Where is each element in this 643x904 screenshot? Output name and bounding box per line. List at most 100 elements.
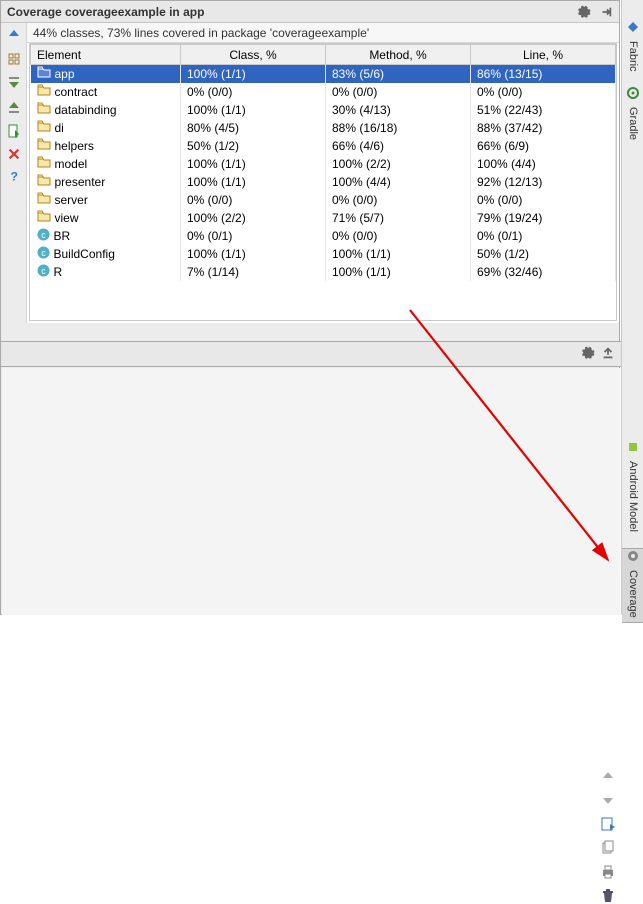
coverage-cell: 51% (22/43): [471, 101, 616, 119]
coverage-cell: 0% (0/1): [181, 227, 326, 245]
package-icon: [37, 156, 51, 171]
table-row[interactable]: cBR0% (0/1)0% (0/0)0% (0/1): [31, 227, 616, 245]
gradle-icon: [626, 86, 640, 103]
lower-panel: [2, 368, 620, 615]
left-toolbar: ?: [1, 23, 27, 323]
up-arrow-icon[interactable]: [600, 768, 616, 784]
coverage-cell: 83% (5/6): [326, 65, 471, 83]
autoscroll-to-source-icon[interactable]: [6, 75, 22, 91]
coverage-cell: 0% (0/0): [181, 83, 326, 101]
svg-text:c: c: [41, 266, 46, 276]
coverage-cell: 50% (1/2): [471, 245, 616, 263]
coverage-cell: 100% (2/2): [326, 155, 471, 173]
coverage-cell: 0% (0/0): [471, 83, 616, 101]
generate-report-icon[interactable]: [6, 123, 22, 139]
table-row[interactable]: helpers50% (1/2)66% (4/6)66% (6/9): [31, 137, 616, 155]
coverage-cell: 100% (2/2): [181, 209, 326, 227]
android-model-icon: [626, 440, 640, 457]
table-row[interactable]: view100% (2/2)71% (5/7)79% (19/24): [31, 209, 616, 227]
element-name: server: [55, 193, 88, 207]
side-tab-label: Fabric: [627, 37, 639, 76]
table-row[interactable]: di 80% (4/5)88% (16/18)88% (37/42): [31, 119, 616, 137]
element-name: databinding: [55, 103, 117, 117]
panel-title: Coverage coverageexample in app: [7, 5, 204, 19]
element-name: app: [55, 67, 75, 81]
coverage-cell: 0% (0/0): [181, 191, 326, 209]
autoscroll-from-source-icon[interactable]: [6, 99, 22, 115]
gear-icon[interactable]: [577, 5, 591, 19]
package-icon: [37, 66, 51, 81]
package-icon: [37, 174, 51, 189]
side-tab-label: Android Model: [627, 457, 639, 536]
table-row[interactable]: contract0% (0/0)0% (0/0)0% (0/0): [31, 83, 616, 101]
column-header[interactable]: Class, %: [181, 45, 326, 65]
side-tab-gradle[interactable]: Gradle: [622, 86, 643, 144]
coverage-cell: 100% (1/1): [181, 155, 326, 173]
table-row[interactable]: model 100% (1/1)100% (2/2)100% (4/4): [31, 155, 616, 173]
coverage-cell: 0% (0/1): [471, 227, 616, 245]
help-icon[interactable]: ?: [7, 169, 21, 183]
coverage-cell: 0% (0/0): [326, 191, 471, 209]
gear-icon[interactable]: [581, 346, 595, 363]
table-row[interactable]: cR7% (1/14)100% (1/1)69% (32/46): [31, 263, 616, 281]
coverage-summary: 44% classes, 73% lines covered in packag…: [27, 23, 619, 43]
coverage-cell: 100% (1/1): [181, 101, 326, 119]
coverage-table-wrap: ElementClass, %Method, %Line, % app 100% …: [29, 43, 617, 321]
package-icon: [37, 192, 51, 207]
fabric-icon: [626, 20, 640, 37]
table-row[interactable]: app 100% (1/1)83% (5/6)86% (13/15): [31, 65, 616, 83]
column-header[interactable]: Line, %: [471, 45, 616, 65]
down-arrow-icon[interactable]: [600, 792, 616, 808]
table-row[interactable]: server0% (0/0)0% (0/0)0% (0/0): [31, 191, 616, 209]
svg-text:c: c: [41, 248, 46, 258]
right-side-tabs: FabricGradleAndroid ModelCoverage: [621, 0, 643, 615]
element-name: view: [55, 211, 79, 225]
coverage-cell: 66% (4/6): [326, 137, 471, 155]
package-icon: [37, 210, 51, 225]
element-name: contract: [55, 85, 98, 99]
column-header[interactable]: Method, %: [326, 45, 471, 65]
navigate-up-icon[interactable]: [6, 27, 22, 43]
coverage-cell: 86% (13/15): [471, 65, 616, 83]
class-icon: c: [37, 246, 50, 262]
coverage-cell: 100% (4/4): [471, 155, 616, 173]
element-name: R: [54, 265, 63, 279]
element-name: model: [55, 157, 88, 171]
export-icon[interactable]: [600, 816, 616, 832]
coverage-cell: 79% (19/24): [471, 209, 616, 227]
coverage-table: ElementClass, %Method, %Line, % app 100% …: [30, 44, 616, 281]
lower-right-toolbar: [600, 768, 616, 904]
flatten-packages-icon[interactable]: [6, 51, 22, 67]
coverage-cell: 80% (4/5): [181, 119, 326, 137]
copy-icon[interactable]: [600, 840, 616, 856]
side-tab-label: Coverage: [627, 566, 639, 622]
coverage-cell: 88% (37/42): [471, 119, 616, 137]
package-icon: [37, 84, 51, 99]
coverage-cell: 88% (16/18): [326, 119, 471, 137]
secondary-toolbar: [1, 341, 621, 367]
side-tab-coverage[interactable]: Coverage: [622, 548, 643, 623]
element-name: di: [55, 121, 64, 135]
print-icon[interactable]: [600, 864, 616, 880]
trash-icon[interactable]: [600, 888, 616, 904]
side-tab-android-model[interactable]: Android Model: [622, 440, 643, 536]
class-icon: c: [37, 264, 50, 280]
hide-icon[interactable]: [599, 5, 613, 19]
element-name: presenter: [55, 175, 106, 189]
table-row[interactable]: databinding100% (1/1)30% (4/13)51% (22/4…: [31, 101, 616, 119]
coverage-cell: 100% (1/1): [326, 245, 471, 263]
coverage-cell: 92% (12/13): [471, 173, 616, 191]
class-icon: c: [37, 228, 50, 244]
side-tab-label: Gradle: [627, 103, 639, 144]
close-icon[interactable]: [7, 147, 21, 161]
restore-layout-icon[interactable]: [601, 346, 615, 363]
table-row[interactable]: presenter100% (1/1)100% (4/4)92% (12/13): [31, 173, 616, 191]
coverage-cell: 0% (0/0): [326, 83, 471, 101]
svg-text:c: c: [41, 230, 46, 240]
coverage-cell: 50% (1/2): [181, 137, 326, 155]
column-header[interactable]: Element: [31, 45, 181, 65]
coverage-cell: 66% (6/9): [471, 137, 616, 155]
table-row[interactable]: cBuildConfig100% (1/1)100% (1/1)50% (1/2…: [31, 245, 616, 263]
coverage-cell: 100% (1/1): [181, 65, 326, 83]
side-tab-fabric[interactable]: Fabric: [622, 20, 643, 76]
